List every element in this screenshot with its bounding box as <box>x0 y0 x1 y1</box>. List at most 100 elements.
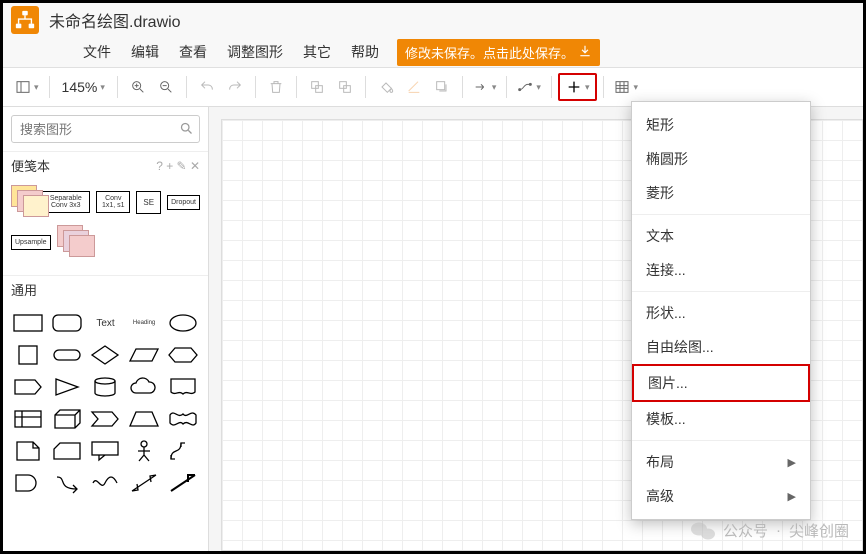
general-shapes: Text Heading <box>3 303 208 503</box>
scratch-item[interactable]: Upsample <box>11 235 51 250</box>
scratch-item[interactable]: SE <box>136 191 161 214</box>
dd-link[interactable]: 连接... <box>632 253 810 287</box>
watermark-name: 尖峰创圈 <box>789 520 849 541</box>
shape-rounded[interactable] <box>50 341 85 369</box>
menu-extras[interactable]: 其它 <box>293 38 341 66</box>
dd-rectangle[interactable]: 矩形 <box>632 108 810 142</box>
menu-bar: 文件 编辑 查看 调整图形 其它 帮助 修改未保存。点击此处保存。 <box>3 37 863 67</box>
menu-help[interactable]: 帮助 <box>341 38 389 66</box>
shape-square[interactable] <box>11 341 46 369</box>
separator <box>186 76 187 98</box>
shape-wave[interactable] <box>88 469 123 497</box>
scratchpad-body: Separable Conv 3x3 Conv 1x1, s1 SE Dropo… <box>3 179 208 275</box>
shape-and[interactable] <box>11 469 46 497</box>
app-logo[interactable] <box>11 6 39 34</box>
shape-roundrect[interactable] <box>50 309 85 337</box>
menu-edit[interactable]: 编辑 <box>121 38 169 66</box>
scratchpad-tools[interactable]: ? + ✎ ✕ <box>156 159 200 173</box>
separator <box>506 76 507 98</box>
to-back-button[interactable] <box>331 73 359 101</box>
view-mode-button[interactable]: ▾ <box>11 73 43 101</box>
shape-card[interactable] <box>50 437 85 465</box>
unsaved-notice[interactable]: 修改未保存。点击此处保存。 <box>397 39 600 66</box>
shape-step[interactable] <box>88 405 123 433</box>
chevron-right-icon: ▶ <box>788 490 796 503</box>
shape-ellipse[interactable] <box>165 309 200 337</box>
dd-advanced[interactable]: 高级▶ <box>632 479 810 513</box>
unsaved-notice-text: 修改未保存。点击此处保存。 <box>405 43 574 62</box>
chevron-down-icon: ▾ <box>585 82 590 93</box>
download-icon <box>578 44 592 61</box>
dd-layout[interactable]: 布局▶ <box>632 445 810 479</box>
shape-note[interactable] <box>11 437 46 465</box>
shape-cloud[interactable] <box>127 373 162 401</box>
stroke-button[interactable] <box>400 73 428 101</box>
chevron-down-icon: ▾ <box>536 82 541 93</box>
shadow-button[interactable] <box>428 73 456 101</box>
connection-button[interactable]: ▾ <box>469 73 501 101</box>
scratchpad-label: 便笺本 <box>11 156 50 175</box>
chevron-right-icon: ▶ <box>788 456 796 469</box>
shape-search <box>11 115 200 143</box>
redo-button[interactable] <box>221 73 249 101</box>
dd-freehand[interactable]: 自由绘图... <box>632 330 810 364</box>
separator <box>49 76 50 98</box>
watermark-prefix: 公众号 <box>723 520 768 541</box>
title-bar: 未命名绘图.drawio <box>3 3 863 37</box>
shape-triangle[interactable] <box>50 373 85 401</box>
fill-button[interactable] <box>372 73 400 101</box>
delete-button[interactable] <box>262 73 290 101</box>
table-button[interactable]: ▾ <box>610 73 642 101</box>
shape-s[interactable] <box>50 469 85 497</box>
scratchpad-header[interactable]: 便笺本 ? + ✎ ✕ <box>3 151 208 179</box>
menu-arrange[interactable]: 调整图形 <box>217 38 293 66</box>
shape-rect[interactable] <box>11 309 46 337</box>
dd-ellipse[interactable]: 椭圆形 <box>632 142 810 176</box>
general-header[interactable]: 通用 <box>3 275 208 303</box>
wechat-icon <box>691 521 715 541</box>
dd-image[interactable]: 图片... <box>632 364 810 402</box>
chevron-down-icon: ▾ <box>34 82 39 93</box>
dd-text[interactable]: 文本 <box>632 219 810 253</box>
chevron-down-icon: ▾ <box>100 82 105 93</box>
sticky-stack-icon[interactable] <box>11 185 35 219</box>
shape-text[interactable]: Text <box>88 309 123 337</box>
shape-curve[interactable] <box>165 437 200 465</box>
menu-file[interactable]: 文件 <box>73 38 121 66</box>
shape-heading[interactable]: Heading <box>127 309 162 337</box>
shape-hexagon[interactable] <box>165 341 200 369</box>
shape-actor[interactable] <box>127 437 162 465</box>
zoom-in-button[interactable] <box>124 73 152 101</box>
shape-parallelogram[interactable] <box>127 341 162 369</box>
scratch-item[interactable]: Conv 1x1, s1 <box>96 191 130 213</box>
shape-internal[interactable] <box>11 405 46 433</box>
dd-shape[interactable]: 形状... <box>632 296 810 330</box>
shape-cube[interactable] <box>50 405 85 433</box>
document-title[interactable]: 未命名绘图.drawio <box>49 8 181 32</box>
shape-biarrow[interactable] <box>127 469 162 497</box>
dd-rhombus[interactable]: 菱形 <box>632 176 810 210</box>
shape-document[interactable] <box>165 373 200 401</box>
to-front-button[interactable] <box>303 73 331 101</box>
shape-tape[interactable] <box>165 405 200 433</box>
dd-separator <box>632 291 810 292</box>
shape-arrow[interactable] <box>165 469 200 497</box>
separator <box>603 76 604 98</box>
insert-button[interactable]: ▾ <box>558 73 598 101</box>
shape-pentagon[interactable] <box>11 373 46 401</box>
shape-diamond[interactable] <box>88 341 123 369</box>
dd-template[interactable]: 模板... <box>632 402 810 436</box>
shape-cylinder[interactable] <box>88 373 123 401</box>
shape-trapezoid[interactable] <box>127 405 162 433</box>
shape-callout[interactable] <box>88 437 123 465</box>
zoom-select[interactable]: 145%▾ <box>56 73 111 101</box>
zoom-value: 145% <box>62 79 98 95</box>
undo-button[interactable] <box>193 73 221 101</box>
search-input[interactable] <box>11 115 200 143</box>
watermark: 公众号 · 尖峰创圈 <box>691 520 849 541</box>
sticky-stack-icon[interactable] <box>57 225 95 259</box>
zoom-out-button[interactable] <box>152 73 180 101</box>
menu-view[interactable]: 查看 <box>169 38 217 66</box>
scratch-item[interactable]: Dropout <box>167 195 200 210</box>
waypoint-button[interactable]: ▾ <box>513 73 545 101</box>
